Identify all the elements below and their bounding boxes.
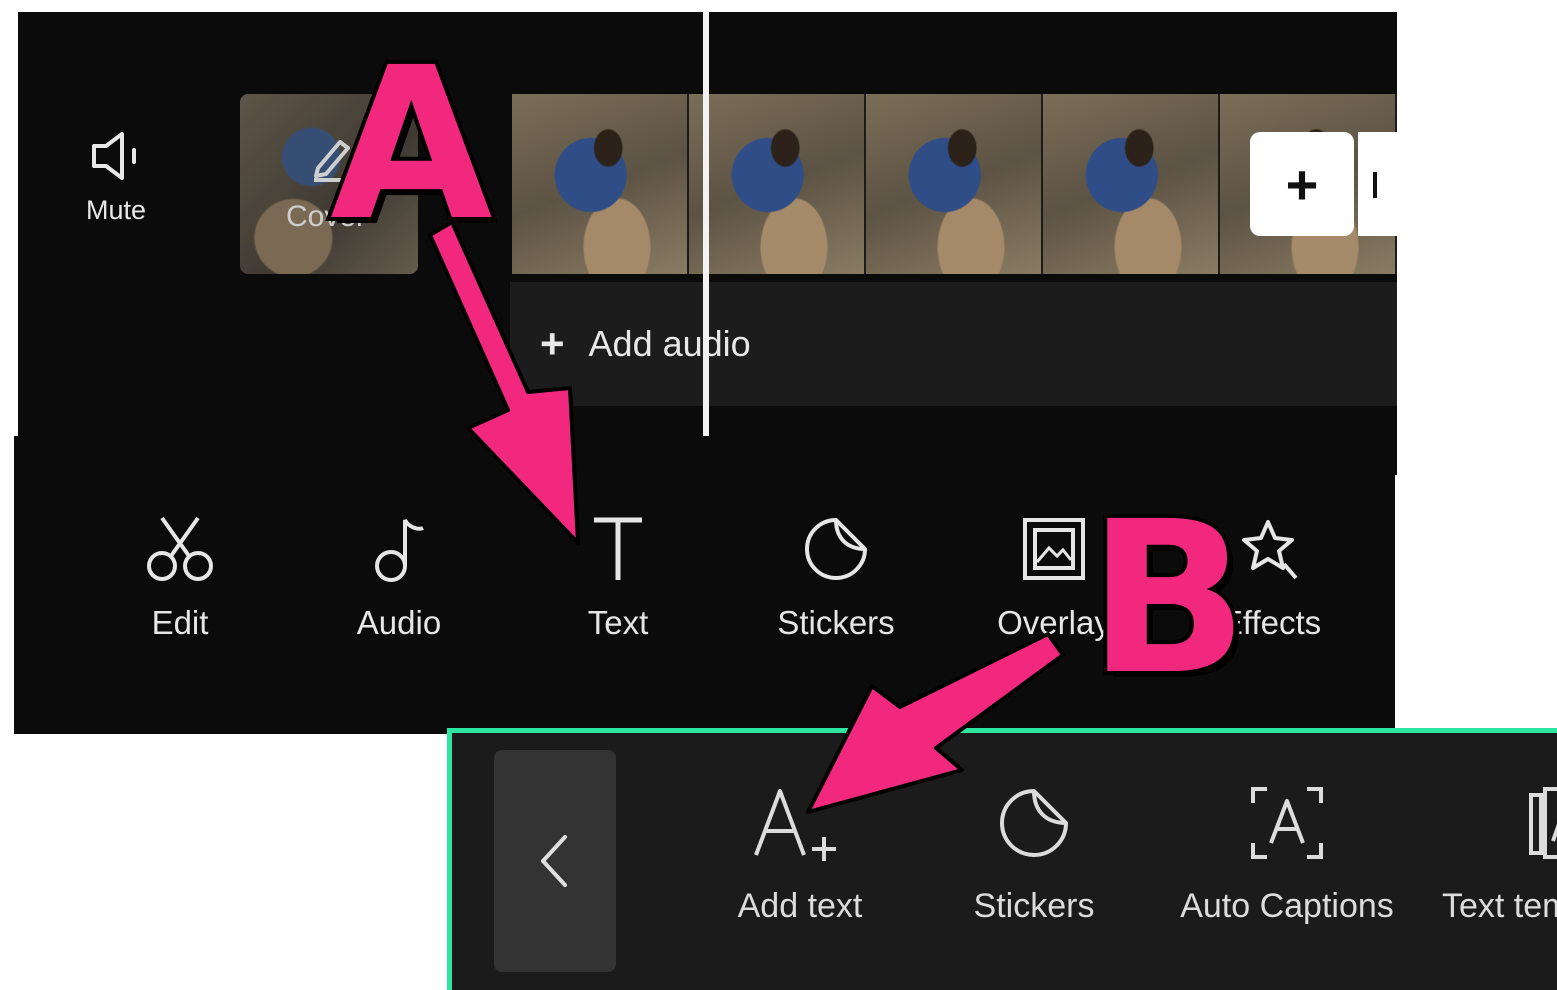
annotation-label-a: A — [326, 22, 497, 267]
arrow-b — [806, 632, 1065, 814]
annotation-arrows — [428, 220, 1065, 814]
arrow-a — [428, 220, 580, 545]
annotation-label-b: B — [1084, 476, 1252, 721]
